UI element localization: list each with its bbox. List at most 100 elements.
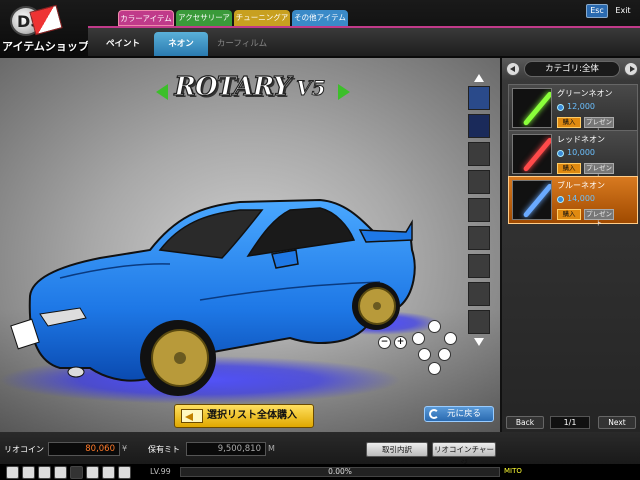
car-model	[0, 198, 440, 404]
item-price: 10,000	[567, 148, 595, 157]
item-card-green-neon[interactable]: グリーンネオン 12,000 購入 プレゼント	[508, 84, 638, 135]
item-name: ブルーネオン	[557, 181, 605, 190]
car-model-name: ROTARY	[174, 71, 292, 102]
garage-icon[interactable]	[22, 466, 35, 479]
equip-slot-column	[466, 74, 492, 346]
esc-button[interactable]: Esc	[586, 4, 608, 18]
slot-scroll-up-icon[interactable]	[474, 74, 484, 82]
tab-accessory-items[interactable]: アクセサリーアイテム	[176, 10, 232, 38]
coin-icon	[557, 104, 564, 111]
car-foglight	[67, 366, 85, 378]
rotate-down-left-icon[interactable]	[418, 348, 431, 361]
back-arrow-icon	[181, 409, 203, 423]
equip-slot-1[interactable]	[468, 86, 490, 110]
panel-header: カテゴリ:全体	[502, 58, 640, 80]
item-thumbnail	[512, 134, 552, 174]
rio-coin-unit: ¥	[122, 444, 128, 453]
inventory-icon[interactable]	[54, 466, 67, 479]
item-name: グリーンネオン	[557, 89, 613, 98]
tab-color-items[interactable]: カラーアイテム	[118, 10, 174, 26]
rio-coin-charge-button[interactable]: リオコインチャージ	[432, 442, 496, 467]
neon-tube-icon	[522, 136, 551, 173]
category-prev-icon[interactable]	[506, 62, 520, 76]
held-mito-value: 9,500,810	[186, 442, 266, 456]
tuning-icon[interactable]	[102, 466, 115, 479]
category-next-icon[interactable]	[624, 62, 638, 76]
item-name: レッドネオン	[557, 135, 605, 144]
tab-paint[interactable]: ペイント	[98, 32, 148, 56]
rio-coin-label: リオコイン	[4, 445, 44, 454]
panel-category-title: カテゴリ:全体	[524, 61, 620, 77]
rotate-down-icon[interactable]	[428, 362, 441, 375]
top-bar: DS アイテムショップ カラーアイテム アクセサリーアイテム チューニングアイテ…	[0, 0, 640, 58]
equip-slot-8[interactable]	[468, 282, 490, 306]
rotate-down-right-icon[interactable]	[438, 348, 451, 361]
transaction-history-button[interactable]: 取引内訳	[366, 442, 428, 457]
item-card-blue-neon[interactable]: ブルーネオン 14,000 購入 プレゼント	[508, 176, 638, 227]
rio-coin-value: 80,060	[48, 442, 120, 456]
item-panel: カテゴリ:全体 グリーンネオン 12,000 購入 プレゼント レッドネオン 1…	[500, 58, 640, 432]
gift-button[interactable]: プレゼント	[584, 209, 614, 227]
neon-tube-icon	[522, 182, 551, 219]
menu-icon[interactable]	[6, 466, 19, 479]
neon-tube-icon	[522, 90, 551, 127]
gift-button[interactable]: プレゼント	[584, 117, 614, 135]
equip-slot-4[interactable]	[468, 170, 490, 194]
tab-neon[interactable]: ネオン	[154, 32, 208, 56]
car-side-mirror	[271, 249, 299, 269]
previous-car-arrow-icon[interactable]	[156, 84, 168, 100]
buy-button[interactable]: 購入	[557, 163, 581, 174]
mito-badge: MITO	[504, 467, 522, 475]
rotate-up-icon[interactable]	[428, 320, 441, 333]
equip-slot-6[interactable]	[468, 226, 490, 250]
equip-slot-7[interactable]	[468, 254, 490, 278]
item-price: 14,000	[567, 194, 595, 203]
held-mito-label: 保有ミト	[148, 445, 180, 454]
equip-slot-5[interactable]	[468, 198, 490, 222]
option-icon[interactable]	[118, 466, 131, 479]
community-icon[interactable]	[86, 466, 99, 479]
exp-bar: 0.00%	[180, 467, 500, 477]
car-model-title: ROTARY V5	[0, 71, 500, 102]
sub-navigation: ペイント ネオン カーフィルム	[88, 26, 640, 56]
rotate-right-icon[interactable]	[444, 332, 457, 345]
gift-button[interactable]: プレゼント	[584, 163, 614, 181]
page-next-button[interactable]: Next	[598, 416, 636, 429]
revert-label: 元に戻る	[447, 409, 482, 419]
buy-all-label: 選択リスト全体購入	[207, 410, 297, 421]
equip-slot-2[interactable]	[468, 114, 490, 138]
exit-button[interactable]: Exit	[610, 4, 636, 18]
car-rear-hub	[373, 302, 381, 310]
tab-car-film[interactable]: カーフィルム	[216, 32, 268, 56]
settings-icon[interactable]	[70, 466, 83, 479]
equip-slot-9[interactable]	[468, 310, 490, 334]
page-number: 1/1	[550, 416, 590, 429]
zoom-in-icon[interactable]: +	[394, 336, 407, 349]
shop-icon[interactable]	[38, 466, 51, 479]
next-car-arrow-icon[interactable]	[338, 84, 350, 100]
item-price: 12,000	[567, 102, 595, 111]
car-front-hub	[174, 352, 186, 364]
item-card-red-neon[interactable]: レッドネオン 10,000 購入 プレゼント	[508, 130, 638, 181]
item-thumbnail	[512, 180, 552, 220]
coin-icon	[557, 196, 564, 203]
zoom-out-icon[interactable]: −	[378, 336, 391, 349]
rotate-left-icon[interactable]	[412, 332, 425, 345]
item-thumbnail	[512, 88, 552, 128]
undo-icon	[429, 409, 439, 419]
tab-tuning-items[interactable]: チューニングアイテム	[234, 10, 290, 38]
status-bar: LV.99 0.00% MITO	[0, 464, 640, 480]
tab-other-items[interactable]: その他アイテム	[292, 10, 348, 26]
buy-all-selected-button[interactable]: 選択リスト全体購入	[174, 404, 314, 428]
slot-scroll-down-icon[interactable]	[474, 338, 484, 346]
page-back-button[interactable]: Back	[506, 416, 544, 429]
player-level: LV.99	[150, 467, 171, 476]
coin-icon	[557, 150, 564, 157]
buy-button[interactable]: 購入	[557, 117, 581, 128]
revert-button[interactable]: 元に戻る	[424, 406, 494, 422]
buy-button[interactable]: 購入	[557, 209, 581, 220]
equip-slot-3[interactable]	[468, 142, 490, 166]
held-mito-unit: M	[268, 444, 275, 453]
car-model-version: V5	[296, 76, 326, 101]
shop-logo: DS アイテムショップ	[2, 2, 89, 54]
